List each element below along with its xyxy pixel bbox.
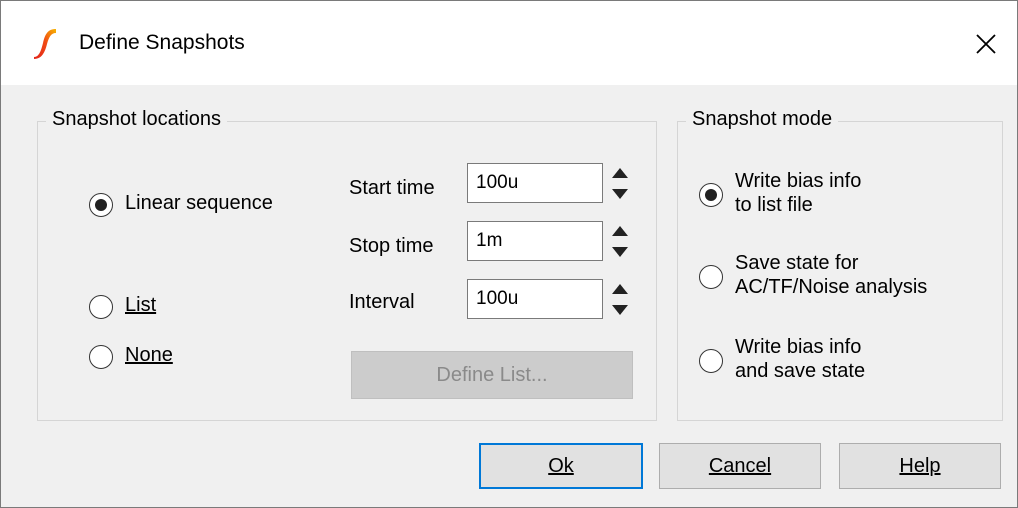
radio-linear-sequence[interactable]: Linear sequence: [89, 191, 273, 217]
stop-time-label: Stop time: [349, 235, 434, 257]
radio-button[interactable]: [89, 295, 113, 319]
spin-down-icon[interactable]: [608, 184, 632, 203]
mode-option-label: Write bias info to list file: [735, 170, 862, 216]
start-time-label: Start time: [349, 177, 435, 199]
mode-write-bias-and-save[interactable]: Write bias info and save state: [699, 335, 865, 383]
start-time-spinner[interactable]: [608, 163, 632, 203]
spin-down-icon[interactable]: [608, 300, 632, 319]
define-list-button[interactable]: Define List...: [351, 351, 633, 399]
mode-write-bias-to-list[interactable]: Write bias info to list file: [699, 169, 861, 217]
spin-down-icon[interactable]: [608, 242, 632, 261]
stop-time-input[interactable]: 1m: [467, 221, 603, 261]
spin-up-icon[interactable]: [608, 279, 632, 298]
radio-button-checked[interactable]: [699, 183, 723, 207]
radio-button[interactable]: [699, 265, 723, 289]
cancel-button[interactable]: Cancel: [659, 443, 821, 489]
window-title: Define Snapshots: [79, 31, 245, 54]
ok-button[interactable]: Ok: [479, 443, 643, 489]
radio-button[interactable]: [89, 345, 113, 369]
help-button[interactable]: Help: [839, 443, 1001, 489]
interval-input[interactable]: 100u: [467, 279, 603, 319]
radio-button-checked[interactable]: [89, 193, 113, 217]
snapshot-locations-label: Snapshot locations: [46, 108, 228, 131]
stop-time-spinner[interactable]: [608, 221, 632, 261]
close-icon: [976, 34, 996, 54]
close-button[interactable]: [963, 21, 1009, 67]
spin-up-icon[interactable]: [608, 163, 632, 182]
radio-none[interactable]: None: [89, 343, 173, 369]
mode-option-label: Save state for AC/TF/Noise analysis: [735, 252, 928, 298]
spin-up-icon[interactable]: [608, 221, 632, 240]
snapshot-mode-label: Snapshot mode: [686, 108, 839, 131]
define-snapshots-dialog: Define Snapshots Snapshot locations Line…: [0, 0, 1018, 508]
interval-spinner[interactable]: [608, 279, 632, 319]
radio-button[interactable]: [699, 349, 723, 373]
start-time-input[interactable]: 100u: [467, 163, 603, 203]
app-logo-icon: [31, 27, 59, 59]
mode-save-state[interactable]: Save state for AC/TF/Noise analysis: [699, 251, 927, 299]
radio-label-linear-sequence: Linear sequence: [125, 192, 273, 214]
interval-label: Interval: [349, 291, 415, 313]
radio-list[interactable]: List: [89, 293, 156, 319]
mode-option-label: Write bias info and save state: [735, 336, 866, 382]
title-bar: Define Snapshots: [1, 1, 1017, 85]
radio-label-list: List: [125, 294, 157, 316]
radio-label-none: None: [125, 344, 173, 366]
